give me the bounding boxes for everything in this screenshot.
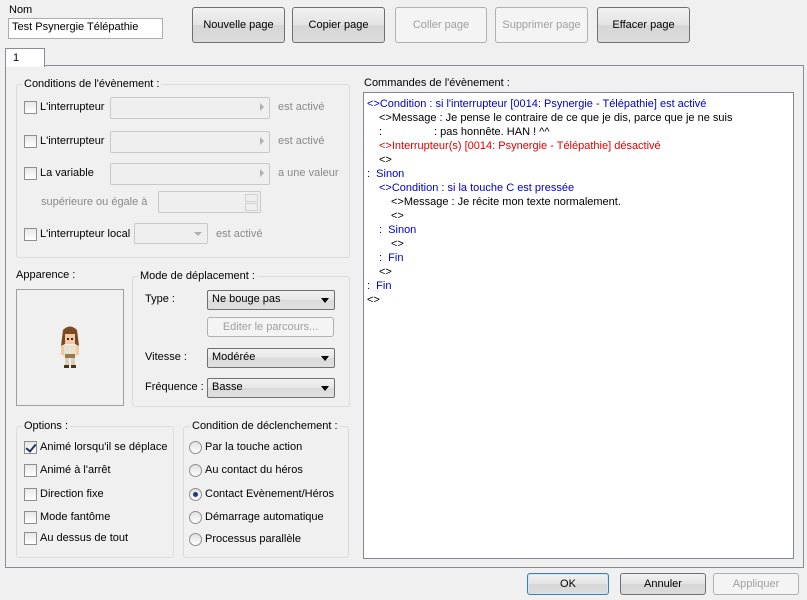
trigger-radio[interactable] (189, 441, 202, 454)
switch2-label: L'interrupteur (40, 135, 105, 147)
local-switch-select[interactable] (134, 223, 208, 244)
variable-value-spinner[interactable] (158, 191, 261, 213)
cancel-button[interactable]: Annuler (620, 573, 706, 595)
spin-down-icon[interactable] (245, 203, 258, 211)
local-switch-suffix: est activé (216, 228, 263, 240)
chevron-right-icon (260, 137, 264, 145)
switch1-label: L'interrupteur (40, 101, 105, 113)
appearance-title: Apparence : (16, 269, 76, 281)
switch2-checkbox[interactable] (24, 135, 37, 148)
spin-up-icon[interactable] (245, 194, 258, 202)
chevron-right-icon (260, 103, 264, 111)
option-label: Mode fantôme (40, 511, 111, 523)
movement-type-label: Type : (145, 293, 175, 305)
command-line[interactable]: : : pas honnête. HAN ! ^^ (379, 125, 550, 139)
character-sprite-icon (61, 326, 79, 368)
option-label: Animé lorsqu'il se déplace (40, 441, 168, 453)
movement-frequency-label: Fréquence : (145, 381, 204, 393)
command-line[interactable]: <>Condition : si l'interrupteur [0014: P… (367, 97, 706, 111)
command-line[interactable]: <> (379, 153, 392, 167)
option-checkbox[interactable] (24, 532, 37, 545)
command-line[interactable]: <>Message : Je récite mon texte normalem… (391, 195, 621, 209)
command-line[interactable]: : Sinon (367, 167, 404, 181)
trigger-label: Par la touche action (205, 441, 303, 453)
option-label: Animé à l'arrêt (40, 464, 111, 476)
variable-suffix: a une valeur (278, 167, 339, 179)
new-page-button[interactable]: Nouvelle page (192, 7, 285, 43)
command-line[interactable]: <>Condition : si la touche C est pressée (379, 181, 574, 195)
variable-compare-label: supérieure ou égale à (41, 196, 148, 208)
command-line[interactable]: <>Message : Je pense le contraire de ce … (379, 111, 732, 125)
option-label: Au dessus de tout (40, 532, 129, 544)
commands-list[interactable]: <>Condition : si l'interrupteur [0014: P… (363, 92, 794, 559)
apply-button[interactable]: Appliquer (713, 573, 799, 595)
commands-title: Commandes de l'évènement : (364, 77, 510, 89)
chevron-down-icon (321, 298, 329, 303)
trigger-radio[interactable] (189, 533, 202, 546)
edit-route-button[interactable]: Editer le parcours... (207, 317, 334, 337)
trigger-label: Démarrage automatique (205, 511, 324, 523)
movement-speed-value: Modérée (212, 351, 256, 363)
command-line[interactable]: : Fin (367, 279, 391, 293)
command-line[interactable]: <> (367, 293, 380, 307)
command-line[interactable]: : Sinon (379, 223, 416, 237)
command-line[interactable]: : Fin (379, 251, 403, 265)
movement-speed-label: Vitesse : (145, 351, 187, 363)
switch1-select[interactable] (110, 97, 270, 119)
chevron-down-icon (194, 232, 202, 236)
clear-page-button[interactable]: Effacer page (597, 7, 690, 43)
option-checkbox[interactable] (24, 464, 37, 477)
variable-checkbox[interactable] (24, 167, 37, 180)
movement-speed-select[interactable]: Modérée (207, 348, 335, 368)
variable-label: La variable (40, 167, 94, 179)
chevron-down-icon (321, 356, 329, 361)
movement-frequency-value: Basse (212, 381, 243, 393)
option-checkbox[interactable] (24, 488, 37, 501)
local-switch-checkbox[interactable] (24, 228, 37, 241)
trigger-label: Au contact du héros (205, 464, 303, 476)
switch1-suffix: est activé (278, 101, 325, 113)
switch2-suffix: est activé (278, 135, 325, 147)
trigger-radio[interactable] (189, 511, 202, 524)
conditions-title: Conditions de l'évènement : (22, 78, 162, 91)
delete-page-button[interactable]: Supprimer page (495, 7, 588, 43)
ok-button[interactable]: OK (527, 573, 609, 595)
movement-type-value: Ne bouge pas (212, 293, 281, 305)
switch1-checkbox[interactable] (24, 101, 37, 114)
options-title: Options : (22, 420, 71, 433)
name-input[interactable]: Test Psynergie Télépathie (8, 18, 163, 39)
chevron-down-icon (321, 386, 329, 391)
movement-type-select[interactable]: Ne bouge pas (207, 290, 335, 310)
option-label: Direction fixe (40, 488, 104, 500)
trigger-radio[interactable] (189, 488, 202, 501)
trigger-label: Processus parallèle (205, 533, 301, 545)
command-line[interactable]: <> (391, 209, 404, 223)
tab-1-label: 1 (13, 52, 20, 64)
movement-frequency-select[interactable]: Basse (207, 378, 335, 398)
paste-page-button[interactable]: Coller page (395, 7, 487, 43)
chevron-right-icon (260, 169, 264, 177)
command-line[interactable]: <> (391, 237, 404, 251)
copy-page-button[interactable]: Copier page (292, 7, 385, 43)
option-checkbox[interactable] (24, 511, 37, 524)
command-line[interactable]: <> (379, 265, 392, 279)
appearance-preview[interactable] (16, 289, 124, 406)
trigger-radio[interactable] (189, 464, 202, 477)
command-line[interactable]: <>Interrupteur(s) [0014: Psynergie - Tél… (379, 139, 661, 153)
movement-title: Mode de déplacement : (138, 270, 257, 283)
trigger-label: Contact Evènement/Héros (205, 488, 335, 500)
variable-select[interactable] (110, 163, 270, 185)
trigger-title: Condition de déclenchement : (190, 420, 340, 433)
tab-1[interactable]: 1 (5, 48, 45, 67)
name-label: Nom (9, 4, 33, 16)
local-switch-label: L'interrupteur local (40, 228, 131, 240)
switch2-select[interactable] (110, 131, 270, 153)
option-checkbox[interactable] (24, 441, 37, 454)
